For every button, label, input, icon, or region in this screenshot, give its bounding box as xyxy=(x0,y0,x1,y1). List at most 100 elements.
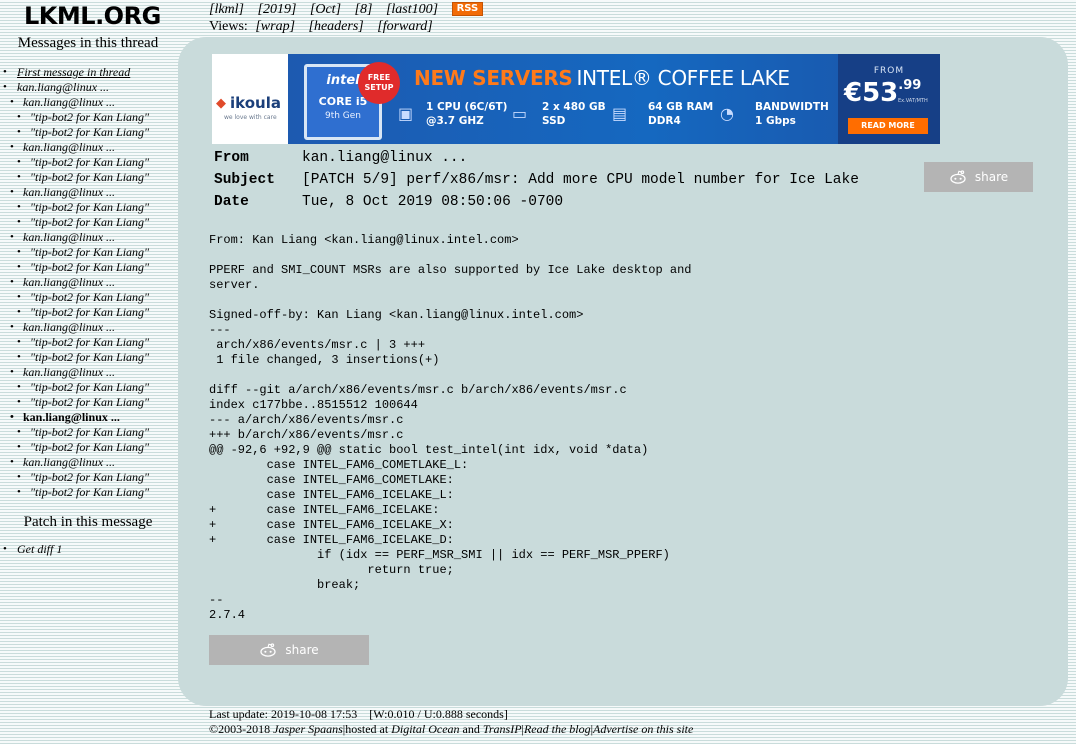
ad-brand: ikoula xyxy=(230,94,281,112)
ad-headline-a: NEW SERVERS xyxy=(414,66,573,90)
thread-item[interactable]: "tip-bot2 for Kan Liang" xyxy=(0,290,149,305)
thread-item[interactable]: "tip-bot2 for Kan Liang" xyxy=(0,395,149,410)
crumb-last100[interactable]: [last100] xyxy=(386,2,438,17)
view-forward-link[interactable]: [forward] xyxy=(377,19,433,34)
thread-item[interactable]: "tip-bot2 for Kan Liang" xyxy=(0,470,149,485)
thread-item[interactable]: "tip-bot2 for Kan Liang" xyxy=(0,245,149,260)
thread-item-label: kan.liang@linux ... xyxy=(17,80,110,94)
thread-item[interactable]: "tip-bot2 for Kan Liang" xyxy=(0,170,149,185)
thread-item[interactable]: "tip-bot2 for Kan Liang" xyxy=(0,215,149,230)
thread-item[interactable]: kan.liang@linux ... xyxy=(0,320,149,335)
thread-item-label: kan.liang@linux ... xyxy=(23,320,116,334)
thread-item[interactable]: "tip-bot2 for Kan Liang" xyxy=(0,260,149,275)
thread-item[interactable]: "tip-bot2 for Kan Liang" xyxy=(0,305,149,320)
views-bar: Views: [wrap] [headers] [forward] xyxy=(209,18,439,35)
thread-heading: Messages in this thread xyxy=(17,35,159,51)
thread-item-label: "tip-bot2 for Kan Liang" xyxy=(30,380,150,394)
thread-item[interactable]: "tip-bot2 for Kan Liang" xyxy=(0,155,149,170)
thread-item-label: kan.liang@linux ... xyxy=(23,185,116,199)
ad-headline-b: INTEL® COFFEE LAKE xyxy=(576,66,791,90)
thread-item-label: kan.liang@linux ... xyxy=(23,365,116,379)
views-label: Views: xyxy=(209,19,248,34)
ad-spec-bandwidth: BANDWIDTH 1 Gbps xyxy=(755,101,829,127)
site-logo[interactable]: LKML.ORG xyxy=(24,2,161,30)
thread-item-label: "tip-bot2 for Kan Liang" xyxy=(30,470,150,484)
thread-item[interactable]: "tip-bot2 for Kan Liang" xyxy=(0,110,149,125)
thread-item[interactable]: "tip-bot2 for Kan Liang" xyxy=(0,425,149,440)
breadcrumb: [lkml] [2019] [Oct] [8] [last100] RSS xyxy=(209,1,484,18)
thread-item[interactable]: kan.liang@linux ... xyxy=(0,275,149,290)
copyright: ©2003-2018 xyxy=(209,722,271,736)
thread-item-label: "tip-bot2 for Kan Liang" xyxy=(30,485,150,499)
thread-item-label: kan.liang@linux ... xyxy=(23,275,116,289)
thread-item-label: "tip-bot2 for Kan Liang" xyxy=(30,155,150,169)
thread-item-label: "tip-bot2 for Kan Liang" xyxy=(30,305,150,319)
thread-item-label: "tip-bot2 for Kan Liang" xyxy=(30,395,150,409)
header-key: From xyxy=(214,150,249,166)
thread-item-label: "tip-bot2 for Kan Liang" xyxy=(30,335,150,349)
free-setup-badge: FREE SETUP xyxy=(358,62,400,104)
header-value: Tue, 8 Oct 2019 08:50:06 -0700 xyxy=(302,194,564,210)
thread-item-label: kan.liang@linux ... xyxy=(23,95,116,109)
header-value: [PATCH 5/9] perf/x86/msr: Add more CPU m… xyxy=(302,172,859,188)
transip-link[interactable]: TransIP xyxy=(483,722,522,736)
ad-price-vat: Ex.VAT/MTH xyxy=(898,98,928,104)
get-diff-link[interactable]: Get diff 1 xyxy=(0,542,62,557)
advertise-link[interactable]: Advertise on this site xyxy=(593,722,693,736)
thread-item[interactable]: "tip-bot2 for Kan Liang" xyxy=(0,440,149,455)
crumb-month[interactable]: [Oct] xyxy=(310,2,341,17)
thread-item[interactable]: kan.liang@linux ... xyxy=(0,365,149,380)
thread-item-label: "tip-bot2 for Kan Liang" xyxy=(30,350,150,364)
view-headers-link[interactable]: [headers] xyxy=(309,19,364,34)
thread-item[interactable]: kan.liang@linux ... xyxy=(0,455,149,470)
blog-link[interactable]: Read the blog xyxy=(524,722,591,736)
thread-item[interactable]: kan.liang@linux ... xyxy=(0,95,149,110)
thread-item[interactable]: "tip-bot2 for Kan Liang" xyxy=(0,350,149,365)
ad-banner[interactable]: ◆ ikoula we love with care intel CORE i5… xyxy=(212,54,940,144)
reddit-share-button[interactable]: share xyxy=(924,162,1033,192)
ssd-icon: ▭ xyxy=(512,104,528,123)
ad-price-main: €53 xyxy=(844,78,899,108)
share-label: share xyxy=(974,170,1009,184)
reddit-share-button-bottom[interactable]: share xyxy=(209,635,369,665)
author-link[interactable]: Jasper Spaans xyxy=(273,722,343,736)
thread-item-label: "tip-bot2 for Kan Liang" xyxy=(30,110,150,124)
crumb-year[interactable]: [2019] xyxy=(258,2,297,17)
crumb-lkml[interactable]: [lkml] xyxy=(209,2,244,17)
thread-item[interactable]: "tip-bot2 for Kan Liang" xyxy=(0,200,149,215)
footer-credits: ©2003-2018 Jasper Spaans|hosted at Digit… xyxy=(209,722,694,736)
thread-item[interactable]: "tip-bot2 for Kan Liang" xyxy=(0,485,149,500)
patch-heading: Patch in this message xyxy=(23,514,153,530)
header-value: kan.liang@linux ... xyxy=(302,150,468,166)
ad-brand-tagline: we love with care xyxy=(224,114,277,121)
patch-list: Get diff 1 xyxy=(0,542,62,557)
reddit-icon xyxy=(260,643,277,657)
thread-item-label: "tip-bot2 for Kan Liang" xyxy=(30,200,150,214)
header-key: Date xyxy=(214,194,249,210)
thread-item[interactable]: kan.liang@linux ... xyxy=(0,140,149,155)
view-wrap-link[interactable]: [wrap] xyxy=(255,19,295,34)
thread-item[interactable]: kan.liang@linux ... xyxy=(0,185,149,200)
header-key: Subject xyxy=(214,172,275,188)
thread-item[interactable]: First message in thread xyxy=(0,65,149,80)
host-link[interactable]: Digital Ocean xyxy=(391,722,459,736)
thread-item[interactable]: kan.liang@linux ... xyxy=(0,230,149,245)
reddit-icon xyxy=(950,170,966,184)
last-update: Last update: 2019-10-08 17:53 [W:0.010 /… xyxy=(209,707,508,721)
and-text: and xyxy=(462,722,480,736)
thread-item-label: "tip-bot2 for Kan Liang" xyxy=(30,260,150,274)
ad-spec-ssd: 2 x 480 GB SSD xyxy=(542,101,606,127)
cpu-icon: ▣ xyxy=(398,104,414,123)
thread-item[interactable]: "tip-bot2 for Kan Liang" xyxy=(0,335,149,350)
rss-button[interactable]: RSS xyxy=(451,2,484,16)
ad-read-more-button[interactable]: READ MORE xyxy=(848,118,928,134)
get-diff-label: Get diff 1 xyxy=(17,542,63,556)
crumb-day[interactable]: [8] xyxy=(355,2,373,17)
ad-price-from: FROM xyxy=(873,66,905,76)
thread-item[interactable]: "tip-bot2 for Kan Liang" xyxy=(0,125,149,140)
thread-item-label: kan.liang@linux ... xyxy=(23,455,116,469)
thread-item[interactable]: kan.liang@linux ... xyxy=(0,80,149,95)
ikoula-mark-icon: ◆ xyxy=(216,96,226,111)
thread-item[interactable]: "tip-bot2 for Kan Liang" xyxy=(0,380,149,395)
message-body: From: Kan Liang <kan.liang@linux.intel.c… xyxy=(209,233,692,622)
